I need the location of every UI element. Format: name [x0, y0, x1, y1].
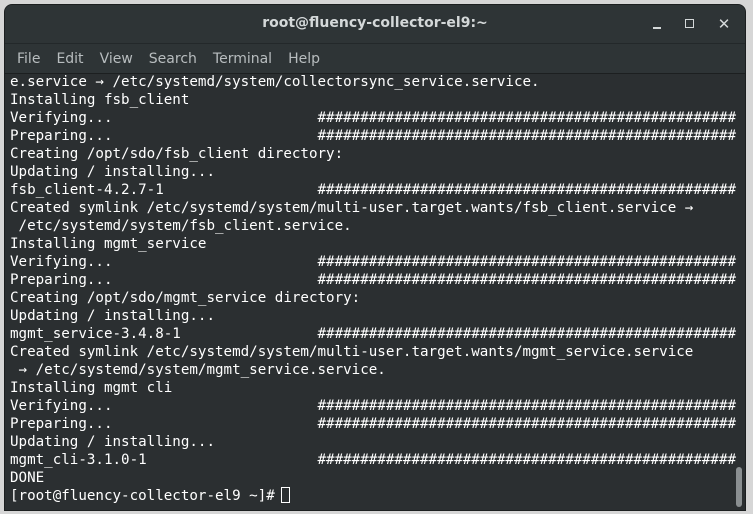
minimize-button[interactable] [648, 14, 668, 34]
window-title: root@fluency-collector-el9:~ [262, 15, 488, 31]
terminal-line: Installing fsb_client [10, 92, 190, 108]
terminal-line: DONE [10, 470, 45, 486]
terminal-line: Verifying... ###########################… [10, 110, 737, 126]
terminal-lines: e.service → /etc/systemd/system/collecto… [10, 73, 736, 505]
menu-view[interactable]: View [92, 44, 141, 74]
terminal-line: fsb_client-4.2.7-1 #####################… [10, 182, 737, 198]
terminal-line: Created symlink /etc/systemd/system/mult… [10, 344, 694, 360]
menu-bar: File Edit View Search Terminal Help [5, 44, 745, 74]
terminal-line: Created symlink /etc/systemd/system/mult… [10, 200, 694, 216]
terminal-line: Installing mgmt cli [10, 380, 173, 396]
close-icon: ✕ [717, 15, 731, 33]
maximize-button[interactable] [680, 14, 700, 34]
terminal-line: Preparing... ###########################… [10, 416, 737, 432]
terminal-line: Verifying... ###########################… [10, 398, 737, 414]
terminal-line: /etc/systemd/system/fsb_client.service. [10, 218, 352, 234]
close-button[interactable]: ✕ [714, 14, 734, 34]
terminal-output[interactable]: e.service → /etc/systemd/system/collecto… [5, 73, 745, 510]
terminal-line: Verifying... ###########################… [10, 254, 737, 270]
terminal-line: Creating /opt/sdo/mgmt_service directory… [10, 290, 361, 306]
text-cursor [280, 487, 290, 503]
shell-prompt: [root@fluency-collector-el9 ~]# [10, 488, 275, 504]
menu-search[interactable]: Search [141, 44, 205, 74]
title-bar[interactable]: root@fluency-collector-el9:~ ✕ [5, 5, 745, 44]
terminal-line: Installing mgmt_service [10, 236, 207, 252]
terminal-line: Updating / installing... [10, 308, 215, 324]
terminal-line: Preparing... ###########################… [10, 128, 737, 144]
menu-help[interactable]: Help [280, 44, 328, 74]
terminal-line: Creating /opt/sdo/fsb_client directory: [10, 146, 344, 162]
menu-terminal[interactable]: Terminal [205, 44, 280, 74]
menu-file[interactable]: File [9, 44, 48, 74]
terminal-line: Preparing... ###########################… [10, 272, 737, 288]
terminal-line: e.service → /etc/systemd/system/collecto… [10, 74, 540, 90]
terminal-line: mgmt_cli-3.1.0-1 #######################… [10, 452, 737, 468]
terminal-line: mgmt_service-3.4.8-1 ###################… [10, 326, 737, 342]
scrollbar-thumb[interactable] [736, 467, 742, 507]
menu-edit[interactable]: Edit [48, 44, 91, 74]
minimize-icon [653, 27, 661, 29]
maximize-icon [685, 19, 694, 28]
prompt-line[interactable]: [root@fluency-collector-el9 ~]# [10, 487, 736, 505]
terminal-line: Updating / installing... [10, 434, 215, 450]
terminal-line: Updating / installing... [10, 164, 215, 180]
terminal-window: root@fluency-collector-el9:~ ✕ File Edit… [5, 5, 745, 510]
terminal-line: → /etc/systemd/system/mgmt_service.servi… [10, 362, 386, 378]
